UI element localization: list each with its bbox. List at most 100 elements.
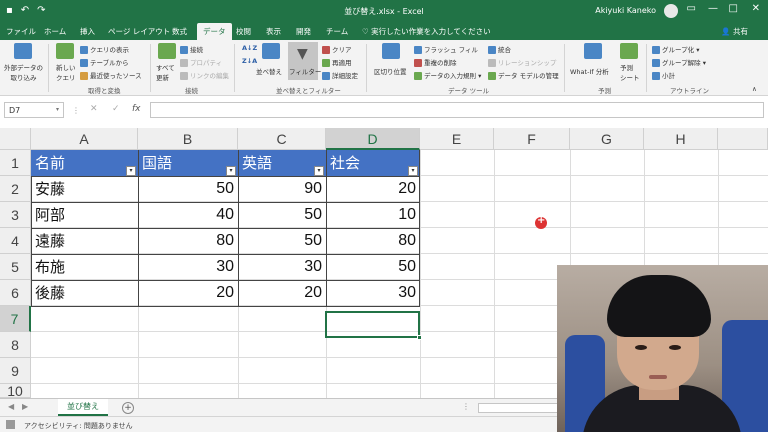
filter-dropdown-icon[interactable]: ▾: [314, 166, 324, 176]
column-header-h[interactable]: H: [644, 128, 718, 150]
filter-dropdown-icon[interactable]: ▾: [408, 166, 418, 176]
recent-sources-button[interactable]: 最近使ったソース: [80, 70, 142, 80]
show-queries-button[interactable]: クエリの表示: [80, 44, 129, 54]
table-cell[interactable]: 20: [326, 176, 420, 202]
tab-view[interactable]: 表示: [266, 26, 281, 37]
edit-links-button[interactable]: リンクの編集: [180, 70, 229, 80]
table-cell[interactable]: 30: [138, 254, 238, 280]
filter-dropdown-icon[interactable]: ▾: [226, 166, 236, 176]
chevron-down-icon[interactable]: ▾: [56, 106, 59, 113]
column-header-b[interactable]: B: [138, 128, 238, 150]
table-cell[interactable]: 30: [326, 280, 420, 306]
row-header-4[interactable]: 4: [0, 228, 31, 254]
get-external-data-button[interactable]: 外部データの 取り込み: [4, 62, 43, 82]
collapse-ribbon-icon[interactable]: ∧: [752, 85, 757, 93]
cancel-icon[interactable]: ✕: [90, 104, 98, 114]
formula-input[interactable]: [150, 102, 764, 118]
select-all-corner[interactable]: [0, 128, 31, 150]
tab-insert[interactable]: 挿入: [80, 26, 95, 37]
data-model-button[interactable]: データ モデルの管理: [488, 70, 559, 80]
ungroup-button[interactable]: グループ解除 ▾: [652, 57, 706, 67]
column-header-g[interactable]: G: [570, 128, 644, 150]
clear-button[interactable]: クリア: [322, 44, 352, 54]
table-cell[interactable]: 遠藤: [31, 228, 138, 254]
row-header-8[interactable]: 8: [0, 332, 31, 358]
fill-handle[interactable]: [417, 335, 422, 340]
table-cell[interactable]: 20: [238, 280, 326, 306]
macro-record-icon[interactable]: [6, 420, 15, 429]
next-sheet-icon[interactable]: ▶: [22, 402, 28, 411]
new-query-button[interactable]: 新しい クエリ: [56, 62, 76, 82]
row-header-3[interactable]: 3: [0, 202, 31, 228]
data-validation-button[interactable]: データの入力規則 ▾: [414, 70, 481, 80]
table-cell[interactable]: 40: [138, 202, 238, 228]
column-header-c[interactable]: C: [238, 128, 326, 150]
restore-button[interactable]: □: [729, 3, 738, 14]
column-header-e[interactable]: E: [420, 128, 494, 150]
share-button[interactable]: 👤 共有: [721, 26, 748, 37]
table-cell[interactable]: 30: [238, 254, 326, 280]
table-cell[interactable]: 80: [138, 228, 238, 254]
remove-duplicates-button[interactable]: 重複の削除: [414, 57, 457, 67]
row-header-7[interactable]: 7: [0, 306, 31, 332]
row-header-1[interactable]: 1: [0, 150, 31, 176]
table-header-english[interactable]: 英語: [238, 150, 326, 176]
add-sheet-icon[interactable]: +: [122, 402, 134, 414]
column-header-d[interactable]: D: [326, 128, 420, 150]
insert-function-icon[interactable]: fx: [132, 104, 141, 114]
row-header-6[interactable]: 6: [0, 280, 31, 306]
table-header-japanese[interactable]: 国語: [138, 150, 238, 176]
from-table-button[interactable]: テーブルから: [80, 57, 129, 67]
connections-button[interactable]: 接続: [180, 44, 203, 54]
tab-home[interactable]: ホーム: [44, 26, 66, 37]
filter-dropdown-icon[interactable]: ▾: [126, 166, 136, 176]
column-header-a[interactable]: A: [31, 128, 138, 150]
prev-sheet-icon[interactable]: ◀: [8, 402, 14, 411]
sheet-options-icon[interactable]: ⋮: [462, 402, 470, 411]
user-name[interactable]: Akiyuki Kaneko: [595, 6, 656, 15]
tab-page-layout[interactable]: ページ レイアウト: [108, 26, 170, 37]
column-header-i[interactable]: [718, 128, 768, 150]
table-cell[interactable]: 50: [238, 228, 326, 254]
table-cell[interactable]: 阿部: [31, 202, 138, 228]
row-header-2[interactable]: 2: [0, 176, 31, 202]
enter-icon[interactable]: ✓: [112, 104, 120, 114]
table-cell[interactable]: 50: [238, 202, 326, 228]
tab-review[interactable]: 校閲: [236, 26, 251, 37]
user-avatar[interactable]: [664, 4, 678, 18]
table-cell[interactable]: 80: [326, 228, 420, 254]
table-cell[interactable]: 布施: [31, 254, 138, 280]
active-cell-d7[interactable]: [325, 311, 420, 338]
sort-descending-button[interactable]: Z↓A: [242, 57, 257, 65]
close-button[interactable]: ✕: [752, 3, 760, 14]
tab-formulas[interactable]: 数式: [172, 26, 187, 37]
table-cell[interactable]: 50: [326, 254, 420, 280]
what-if-button[interactable]: What-If 分析: [570, 66, 609, 76]
row-header-10[interactable]: 10: [0, 384, 31, 398]
table-cell[interactable]: 20: [138, 280, 238, 306]
sort-ascending-button[interactable]: A↓Z: [242, 44, 257, 52]
consolidate-button[interactable]: 統合: [488, 44, 511, 54]
text-to-columns-button[interactable]: 区切り位置: [374, 66, 407, 76]
ribbon-options-icon[interactable]: ▭: [687, 3, 696, 14]
relationships-button[interactable]: リレーションシップ: [488, 57, 556, 67]
tab-team[interactable]: チーム: [326, 26, 348, 37]
row-header-9[interactable]: 9: [0, 358, 31, 384]
table-cell[interactable]: 後藤: [31, 280, 138, 306]
name-box[interactable]: D7 ▾: [4, 102, 64, 118]
tab-data[interactable]: データ: [197, 23, 232, 40]
row-header-5[interactable]: 5: [0, 254, 31, 280]
tab-file[interactable]: ファイル: [6, 26, 36, 37]
tell-me-box[interactable]: ♡ 実行したい作業を入力してください: [362, 26, 491, 37]
minimize-button[interactable]: —: [708, 3, 718, 14]
accessibility-status[interactable]: アクセシビリティ: 問題ありません: [24, 421, 133, 431]
properties-button[interactable]: プロパティ: [180, 57, 222, 67]
subtotal-button[interactable]: 小計: [652, 70, 675, 80]
forecast-sheet-button[interactable]: 予測 シート: [620, 62, 640, 82]
reapply-button[interactable]: 再適用: [322, 57, 352, 67]
table-header-name[interactable]: 名前: [31, 150, 138, 176]
table-header-social[interactable]: 社会: [326, 150, 420, 176]
column-header-f[interactable]: F: [494, 128, 570, 150]
table-cell[interactable]: 50: [138, 176, 238, 202]
sort-button[interactable]: 並べ替え: [256, 66, 282, 76]
